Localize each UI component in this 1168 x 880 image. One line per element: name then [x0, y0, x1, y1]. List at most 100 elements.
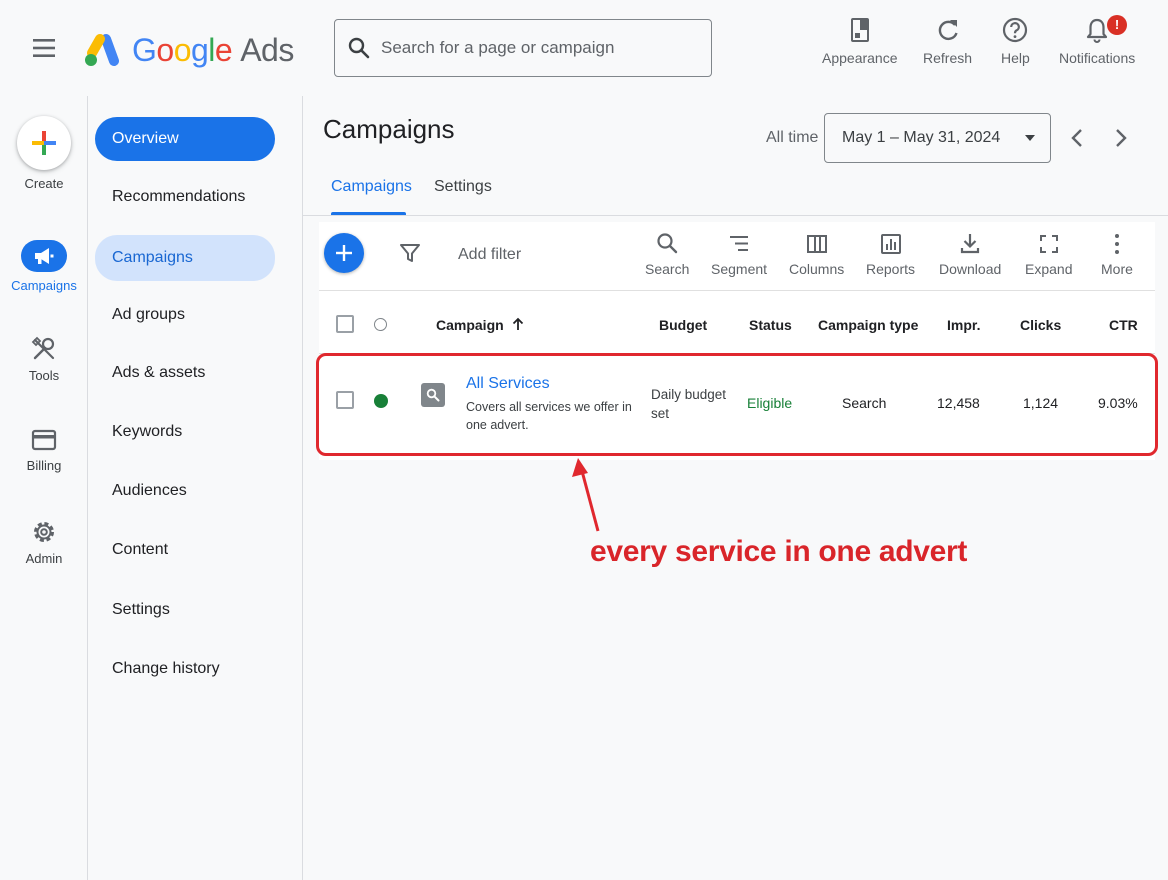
help-icon — [1003, 17, 1028, 43]
nav-item-overview[interactable]: Overview — [95, 117, 275, 161]
more-vertical-icon — [1114, 234, 1119, 254]
plus-multicolor-icon — [32, 131, 56, 155]
tools-icon — [31, 336, 55, 360]
tool-reports-button[interactable]: Reports — [866, 232, 915, 277]
appearance-icon — [850, 18, 869, 42]
nav-item-ad-groups[interactable]: Ad groups — [95, 293, 275, 337]
search-icon — [657, 233, 678, 254]
download-icon — [961, 234, 980, 254]
column-header-campaign-type[interactable]: Campaign type — [818, 317, 918, 333]
campaigns-rail-label: Campaigns — [11, 278, 77, 293]
main-menu-button[interactable] — [26, 30, 62, 66]
appearance-button[interactable]: Appearance — [822, 16, 898, 66]
column-header-impressions[interactable]: Impr. — [947, 317, 980, 333]
rail-item-tools[interactable]: Tools — [0, 336, 88, 383]
annotation-arrow-icon — [572, 458, 600, 532]
add-filter-input[interactable]: Add filter — [458, 246, 521, 264]
plus-icon — [336, 245, 352, 261]
rail-item-billing[interactable]: Billing — [0, 428, 88, 473]
nav-item-campaigns[interactable]: Campaigns — [95, 235, 275, 281]
tool-search-button[interactable]: Search — [645, 232, 689, 277]
ads-wordmark: Ads — [240, 32, 294, 68]
date-range-value: May 1 – May 31, 2024 — [842, 129, 1001, 146]
tool-expand-button[interactable]: Expand — [1025, 232, 1072, 277]
sort-ascending-arrow-icon — [512, 317, 523, 330]
notification-alert-badge: ! — [1107, 15, 1127, 35]
main-content: Campaigns All time May 1 – May 31, 2024 … — [303, 96, 1168, 880]
create-button[interactable]: Create — [0, 116, 88, 191]
next-period-button[interactable] — [1107, 124, 1135, 152]
notifications-label: Notifications — [1059, 50, 1136, 66]
tab-settings[interactable]: Settings — [434, 178, 492, 196]
columns-icon — [806, 235, 827, 253]
annotation-text: every service in one advert — [590, 535, 968, 568]
tool-columns-label: Columns — [789, 261, 845, 277]
nav-item-settings[interactable]: Settings — [95, 588, 275, 632]
previous-period-button[interactable] — [1063, 124, 1091, 152]
filter-button[interactable] — [399, 242, 421, 269]
help-label: Help — [1001, 50, 1030, 66]
refresh-button[interactable]: Refresh — [923, 16, 972, 66]
select-all-checkbox[interactable] — [336, 315, 354, 333]
search-icon — [348, 37, 370, 59]
filter-funnel-icon — [400, 244, 420, 262]
tool-reports-label: Reports — [866, 261, 916, 277]
annotation-highlight-box — [316, 353, 1158, 456]
megaphone-icon — [35, 248, 54, 264]
nav-item-change-history[interactable]: Change history — [95, 647, 275, 691]
add-campaign-button[interactable] — [324, 233, 364, 273]
dropdown-caret-icon — [1025, 135, 1035, 141]
admin-label: Admin — [25, 551, 63, 566]
column-header-clicks[interactable]: Clicks — [1020, 317, 1061, 333]
search-placeholder: Search for a page or campaign — [381, 38, 615, 57]
google-ads-mark-icon — [85, 34, 119, 66]
tool-download-label: Download — [939, 261, 1002, 277]
column-header-ctr[interactable]: CTR — [1109, 317, 1138, 333]
top-bar: Google Ads Search for a page or campaign … — [0, 0, 1168, 96]
gear-icon — [34, 522, 54, 542]
create-label: Create — [24, 176, 64, 191]
nav-item-keywords[interactable]: Keywords — [95, 410, 275, 454]
help-button[interactable]: Help — [1001, 16, 1030, 66]
page-title: Campaigns — [323, 114, 455, 144]
section-nav: Overview Recommendations Campaigns Ad gr… — [88, 96, 303, 880]
tool-more-label: More — [1101, 261, 1133, 277]
billing-label: Billing — [26, 458, 62, 473]
tool-expand-label: Expand — [1025, 261, 1073, 277]
nav-item-ads-assets[interactable]: Ads & assets — [95, 351, 275, 395]
notifications-button[interactable]: ! Notifications — [1059, 15, 1136, 66]
search-input[interactable]: Search for a page or campaign — [334, 19, 712, 77]
tab-bar: Campaigns Settings — [303, 166, 1168, 216]
date-range-label: All time — [766, 129, 819, 146]
rail-item-campaigns[interactable]: Campaigns — [0, 240, 88, 293]
date-range-picker[interactable]: May 1 – May 31, 2024 — [824, 113, 1051, 163]
nav-item-audiences[interactable]: Audiences — [95, 469, 275, 513]
column-header-budget[interactable]: Budget — [659, 317, 707, 333]
rail-item-admin[interactable]: Admin — [0, 519, 88, 566]
nav-item-content[interactable]: Content — [95, 528, 275, 572]
column-header-campaign[interactable]: Campaign — [436, 317, 524, 333]
tab-campaigns[interactable]: Campaigns — [331, 178, 412, 196]
left-rail: Create Campaigns Tools Billing Admin — [0, 96, 88, 880]
create-fab[interactable] — [17, 116, 71, 170]
chevron-right-icon — [1116, 129, 1127, 147]
status-header-icon — [374, 318, 387, 331]
tool-more-button[interactable]: More — [1101, 232, 1133, 277]
campaign-header-label: Campaign — [436, 317, 504, 333]
tool-download-button[interactable]: Download — [939, 232, 1001, 277]
segment-icon — [730, 236, 749, 251]
table-toolbar: Add filter Search Segment Columns Report… — [319, 222, 1155, 290]
column-header-status[interactable]: Status — [749, 317, 792, 333]
expand-fullscreen-icon — [1039, 235, 1058, 253]
nav-item-recommendations[interactable]: Recommendations — [95, 175, 275, 219]
tool-search-label: Search — [645, 261, 690, 277]
campaigns-pill — [21, 240, 67, 272]
bell-icon — [1087, 18, 1108, 43]
tool-segment-label: Segment — [711, 261, 768, 277]
chevron-left-icon — [1071, 129, 1082, 147]
google-ads-logo[interactable]: Google Ads — [84, 30, 294, 70]
tool-columns-button[interactable]: Columns — [789, 232, 844, 277]
tool-segment-button[interactable]: Segment — [711, 232, 767, 277]
refresh-icon — [938, 20, 958, 40]
reports-icon — [880, 234, 901, 254]
